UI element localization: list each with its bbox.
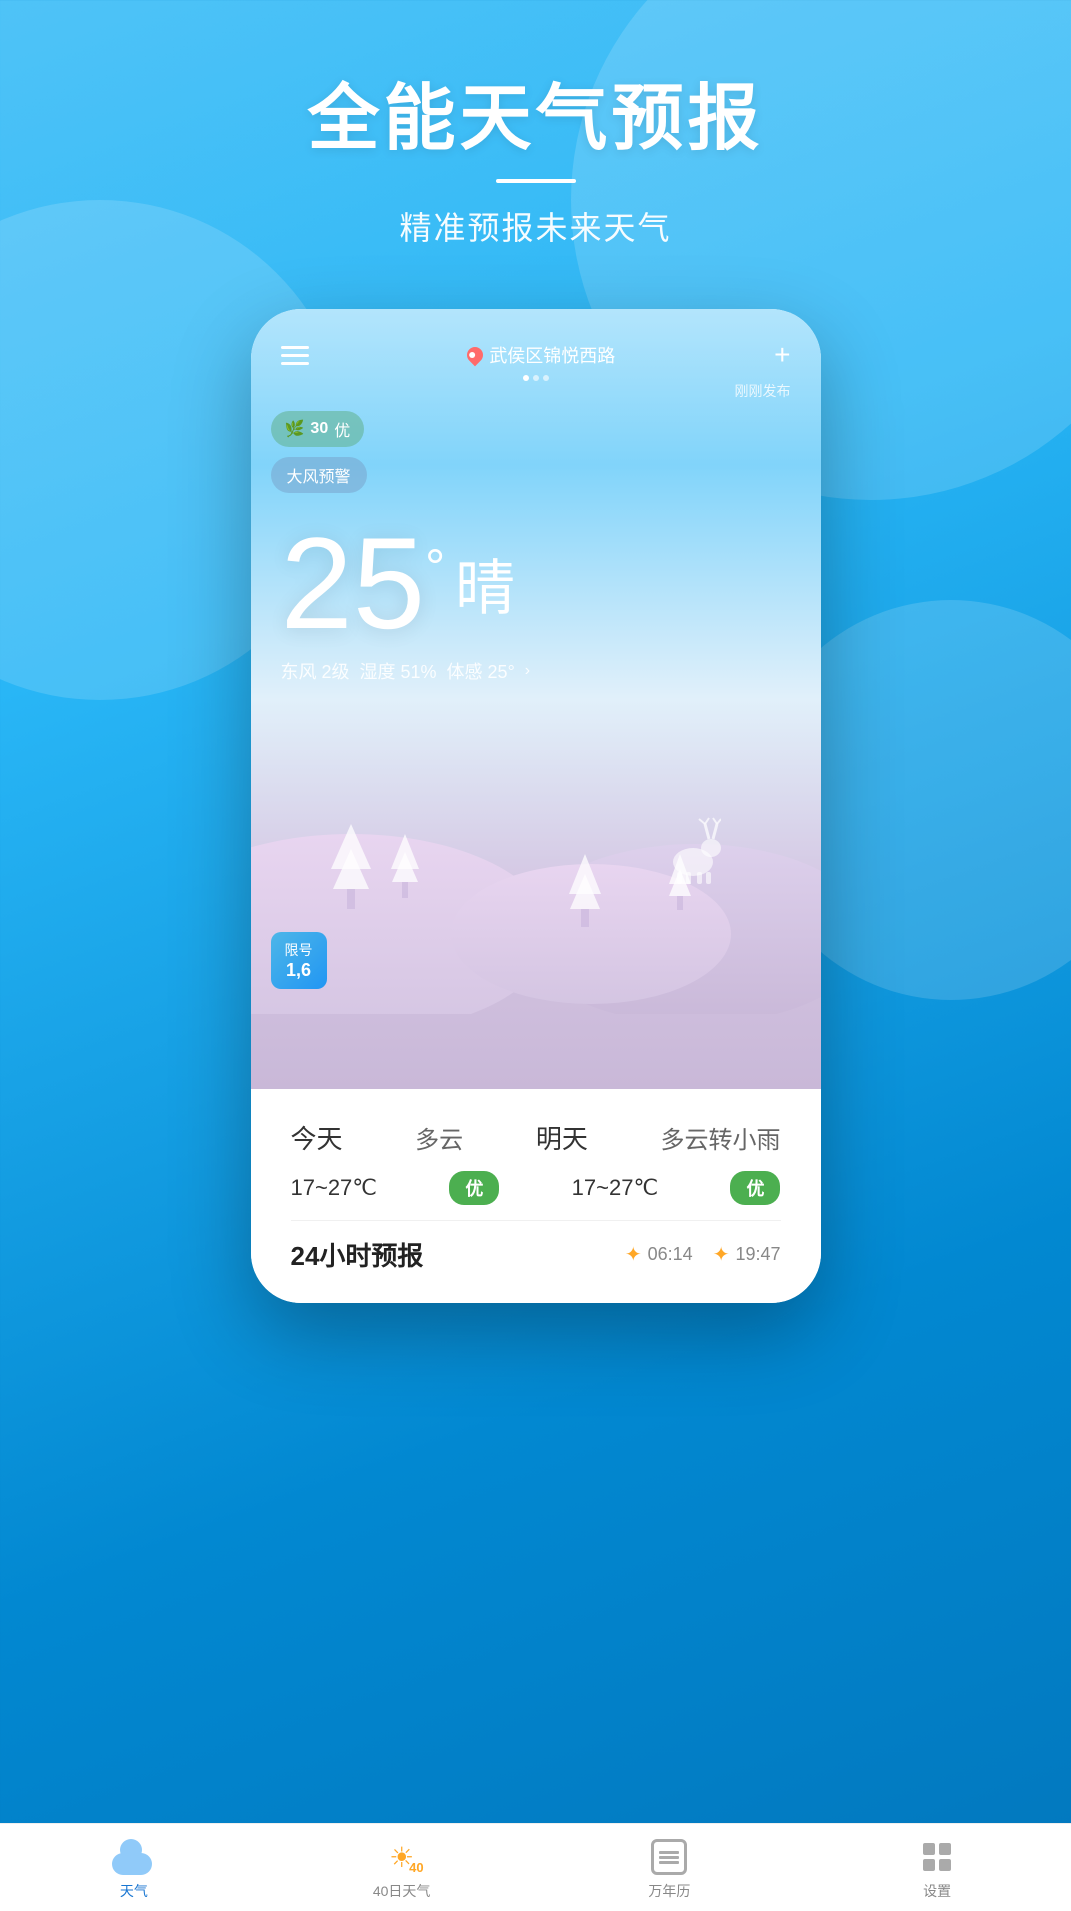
sunrise-info: ✦ 06:14 — [625, 1242, 693, 1267]
warning-text: 大风预警 — [287, 463, 351, 487]
warning-badge[interactable]: 大风预警 — [271, 457, 367, 493]
menu-line-3 — [281, 362, 309, 365]
publish-time: 刚刚发布 — [735, 383, 791, 399]
add-location-button[interactable]: + — [774, 339, 790, 371]
cloud-puff — [120, 1839, 142, 1861]
hero-section: 全能天气预报 精准预报未来天气 — [0, 0, 1071, 309]
menu-button[interactable] — [281, 346, 309, 365]
plate-restriction-numbers: 1,6 — [285, 960, 313, 981]
sunset-icon: ✦ — [713, 1242, 730, 1267]
24h-forecast-header: 24小时预报 ✦ 06:14 ✦ 19:47 — [291, 1236, 781, 1273]
phone-container: 武侯区锦悦西路 + 刚刚发布 🌿 30 优 — [0, 309, 1071, 1303]
weather-icon — [112, 1839, 156, 1875]
nav-settings[interactable]: 设置 — [803, 1839, 1071, 1901]
title-divider — [496, 179, 576, 183]
calendar-icon — [651, 1839, 687, 1875]
tree-1 — [331, 824, 371, 914]
weather-condition: 晴 — [455, 540, 515, 627]
24h-title: 24小时预报 — [291, 1236, 424, 1273]
sunset-info: ✦ 19:47 — [713, 1242, 781, 1267]
app-subtitle: 精准预报未来天气 — [0, 203, 1071, 249]
aqi-value: 30 — [310, 420, 328, 438]
today-condition: 多云 — [415, 1120, 463, 1155]
app-main-title: 全能天气预报 — [0, 80, 1071, 159]
feels-like-info: 体感 25° — [447, 658, 515, 684]
nav-weather[interactable]: 天气 — [0, 1839, 268, 1901]
nav-calendar-label: 万年历 — [648, 1881, 690, 1901]
details-chevron: › — [525, 662, 530, 680]
sun-40-icon: ☀ 40 — [380, 1839, 424, 1875]
today-forecast-row: 今天 多云 明天 多云转小雨 — [291, 1119, 781, 1156]
sun-times: ✦ 06:14 ✦ 19:47 — [625, 1242, 781, 1267]
nav-40day-label: 40日天气 — [373, 1881, 431, 1901]
weather-details[interactable]: 东风 2级 湿度 51% 体感 25° › — [251, 648, 821, 694]
tomorrow-temp: 17~27℃ — [572, 1175, 659, 1201]
aqi-label: 优 — [334, 417, 350, 441]
tomorrow-condition: 多云转小雨 — [661, 1120, 781, 1155]
plate-restriction-badge: 限号 1,6 — [271, 932, 327, 989]
nav-40day[interactable]: ☀ 40 40日天气 — [268, 1839, 536, 1901]
plate-restriction-label: 限号 — [285, 940, 313, 960]
tree-3 — [569, 854, 601, 934]
location-name: 武侯区锦悦西路 — [489, 342, 615, 368]
leaf-icon: 🌿 — [285, 419, 305, 439]
phone-header: 武侯区锦悦西路 + — [251, 309, 821, 381]
reindeer-icon — [661, 814, 721, 884]
tree-2 — [391, 834, 419, 904]
publish-status: 刚刚发布 — [251, 381, 821, 406]
aqi-badge[interactable]: 🌿 30 优 — [271, 411, 365, 447]
menu-line-2 — [281, 354, 309, 357]
calendar-lines — [654, 1851, 684, 1864]
location-display[interactable]: 武侯区锦悦西路 — [467, 342, 615, 368]
degree-symbol: ° — [425, 538, 445, 596]
tomorrow-label: 明天 — [536, 1119, 588, 1156]
phone-mockup: 武侯区锦悦西路 + 刚刚发布 🌿 30 优 — [251, 309, 821, 1303]
nav-weather-label: 天气 — [120, 1881, 148, 1901]
today-quality: 优 — [449, 1171, 499, 1205]
today-temp: 17~27℃ — [291, 1175, 378, 1201]
divider — [291, 1220, 781, 1221]
landscape-scene: 限号 1,6 — [251, 714, 821, 1014]
bottom-navigation: 天气 ☀ 40 40日天气 万年历 设置 — [0, 1823, 1071, 1911]
wind-info: 东风 2级 — [281, 658, 350, 684]
today-label: 今天 — [291, 1119, 343, 1156]
phone-screen: 武侯区锦悦西路 + 刚刚发布 🌿 30 优 — [251, 309, 821, 1089]
sunrise-icon: ✦ — [625, 1242, 642, 1267]
sunrise-time: 06:14 — [648, 1244, 693, 1265]
forecast-card: 今天 多云 明天 多云转小雨 17~27℃ 优 17~27℃ 优 24小时预报 … — [251, 1089, 821, 1303]
tomorrow-quality: 优 — [730, 1171, 780, 1205]
sunset-time: 19:47 — [735, 1244, 780, 1265]
settings-icon — [919, 1839, 955, 1875]
humidity-info: 湿度 51% — [360, 658, 437, 684]
menu-line-1 — [281, 346, 309, 349]
nav-settings-label: 设置 — [923, 1881, 951, 1901]
grid-icon — [921, 1841, 953, 1873]
nav-calendar[interactable]: 万年历 — [536, 1839, 804, 1901]
40-label: 40 — [409, 1860, 423, 1875]
forecast-temp-row: 17~27℃ 优 17~27℃ 优 — [291, 1171, 781, 1205]
temperature-section: 25 ° 晴 — [251, 498, 821, 648]
temperature-value: 25 — [281, 518, 426, 648]
location-icon — [464, 344, 487, 367]
